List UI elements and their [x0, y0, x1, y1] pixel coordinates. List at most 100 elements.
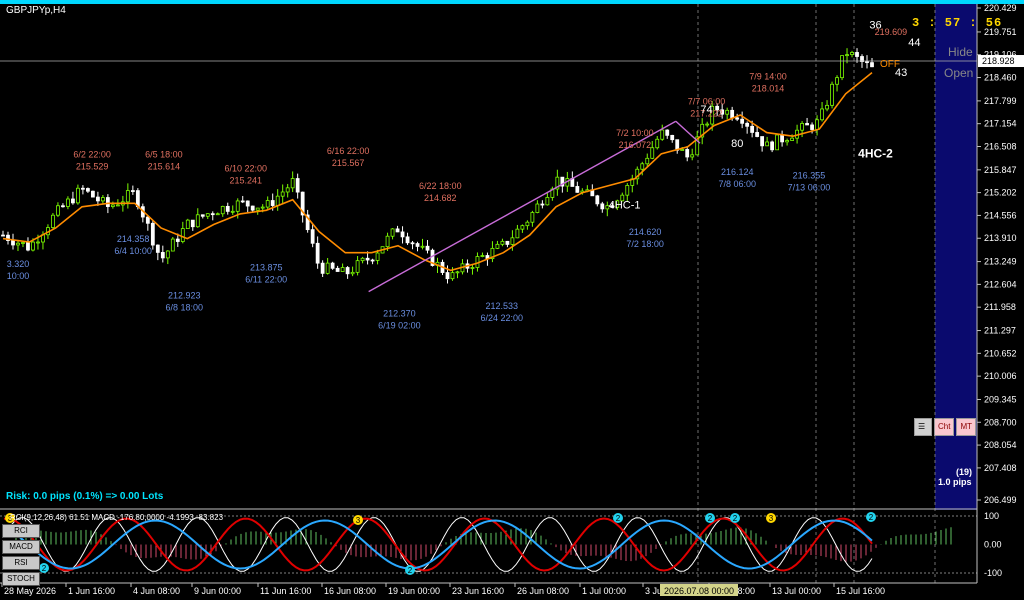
- candle-body: [220, 205, 225, 215]
- annotation-label: 44: [908, 37, 920, 49]
- swing-time: 6/19 02:00: [378, 320, 421, 330]
- mt-button[interactable]: MT: [956, 418, 977, 436]
- candle-body: [250, 205, 255, 211]
- candle-body: [870, 62, 874, 68]
- osc-marker-label: 3: [356, 516, 361, 525]
- candle-body: [175, 238, 180, 242]
- price-tick-label: 210.006: [984, 371, 1017, 381]
- candle-body: [845, 54, 849, 57]
- swing-time: 7/8 06:00: [719, 179, 757, 189]
- price-tick-label: 208.054: [984, 440, 1017, 450]
- swing-time: 6/10 22:00: [224, 163, 267, 173]
- candle-body: [310, 229, 315, 244]
- candle-body: [290, 178, 295, 189]
- swing-price: 214.620: [629, 227, 662, 237]
- candle-body: [66, 198, 70, 207]
- candle-body: [540, 203, 545, 206]
- candle-body: [650, 147, 655, 159]
- tab-stoch[interactable]: STOCH: [2, 572, 40, 586]
- candle-body: [370, 259, 375, 262]
- swing-price: 213.875: [250, 262, 283, 272]
- candle-body: [865, 61, 869, 64]
- candle-body: [275, 195, 280, 206]
- swing-time: 6/24 22:00: [480, 313, 523, 323]
- tab-rsi[interactable]: RSI: [2, 556, 40, 570]
- time-tick-label: 1 Jul 00:00: [582, 586, 626, 596]
- candle-body: [835, 77, 839, 85]
- time-tick-label: 11 Jun 16:00: [260, 586, 311, 596]
- candle-body: [405, 236, 410, 244]
- price-tick-label: 218.460: [984, 73, 1017, 83]
- swing-price: 215.614: [148, 161, 181, 171]
- candle-body: [820, 108, 824, 121]
- swing-time: 7/9 14:00: [749, 72, 787, 82]
- candle-body: [36, 241, 40, 244]
- osc-marker-label: 2: [616, 514, 621, 523]
- candle-body: [680, 149, 685, 151]
- risk-readout: Risk: 0.0 pips (0.1%) => 0.00 Lots: [6, 491, 164, 502]
- candle-body: [705, 123, 710, 126]
- candle-body: [480, 255, 485, 257]
- open-button[interactable]: Open: [944, 66, 973, 80]
- rsi-line: [3, 517, 873, 572]
- rci-line: [3, 519, 873, 570]
- vertical-markers: [697, 4, 936, 583]
- price-tick-label: 215.202: [984, 188, 1017, 198]
- oscillator-header: RCI(9,12,26,48) 61.51 MACD -176.80,0000 …: [10, 513, 224, 522]
- trendline-segment: [675, 120, 701, 144]
- candle-body: [330, 262, 335, 269]
- candle-body: [735, 117, 740, 120]
- price-tick-label: 211.958: [984, 302, 1016, 312]
- swing-time: 10:00: [7, 271, 30, 281]
- candle-body: [670, 134, 675, 141]
- pip-count: (19): [956, 467, 973, 477]
- annotation-label: 80: [731, 138, 743, 150]
- candle-body: [245, 200, 250, 207]
- candle-body: [640, 163, 645, 170]
- candle-body: [395, 228, 400, 233]
- candle-body: [365, 257, 370, 261]
- candle-body: [600, 203, 605, 210]
- tab-macd[interactable]: MACD: [2, 540, 40, 554]
- time-tick-label: 26 Jun 08:00: [517, 586, 569, 596]
- candle-body: [760, 136, 765, 147]
- hide-button[interactable]: Hide: [948, 45, 973, 59]
- list-icon[interactable]: ☰: [914, 418, 932, 436]
- candle-body: [425, 245, 430, 251]
- off-toggle[interactable]: OFF: [880, 59, 900, 70]
- candle-body: [730, 109, 735, 119]
- candle-body: [645, 157, 650, 165]
- swing-time: 7/13 06:00: [788, 183, 831, 193]
- price-tick-label: 216.508: [984, 141, 1017, 151]
- candle-body: [575, 186, 580, 193]
- cht-button[interactable]: Cht: [934, 418, 955, 436]
- candle-body: [335, 267, 340, 272]
- candle-body: [105, 197, 110, 207]
- swing-time: 6/11 22:00: [245, 274, 287, 284]
- price-chart[interactable]: 3.320 10:00 6/2 22:00 215.529 6/5 18:00 215.6…: [0, 0, 1024, 600]
- candle-body: [770, 141, 775, 151]
- annotations: 74804HC-14HC-2364443: [609, 19, 921, 211]
- candle-body: [170, 238, 175, 252]
- swing-time: 6/2 22:00: [73, 149, 111, 159]
- candle-body: [545, 197, 550, 206]
- swing-price: 214.358: [117, 234, 150, 244]
- osc-tick-label: 0.00: [984, 540, 1002, 550]
- candle-body: [775, 134, 780, 151]
- candle-body: [21, 242, 25, 244]
- candle-body: [660, 129, 665, 140]
- candle-body: [510, 237, 515, 245]
- candle-body: [455, 271, 460, 274]
- candle-body: [535, 203, 540, 213]
- tab-rci[interactable]: RCI: [2, 524, 40, 538]
- candle-body: [725, 109, 730, 115]
- candle-body: [450, 272, 455, 280]
- price-axis: 220.429219.751219.106218.460217.799217.1…: [977, 3, 1017, 505]
- candle-body: [190, 219, 195, 228]
- osc-marker-label: 2: [408, 566, 413, 575]
- candle-body: [350, 271, 355, 275]
- candle-body: [790, 137, 794, 141]
- candle-body: [420, 245, 425, 248]
- candle-body: [110, 204, 115, 207]
- candle-body: [655, 138, 660, 149]
